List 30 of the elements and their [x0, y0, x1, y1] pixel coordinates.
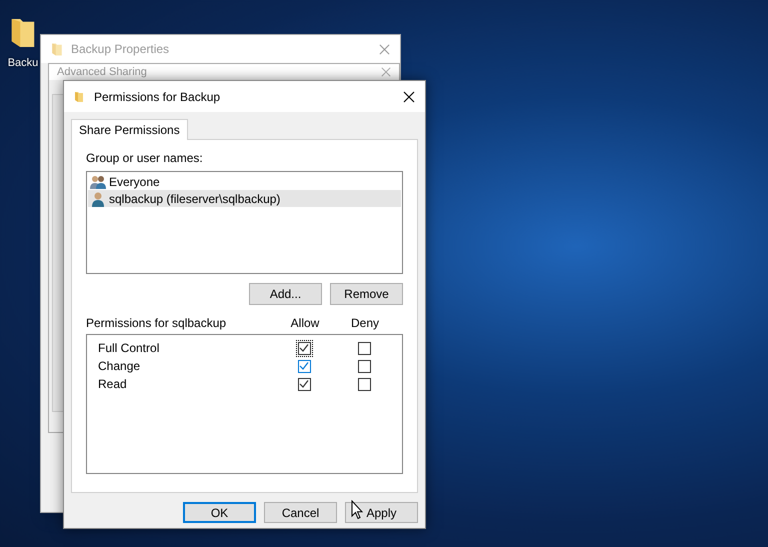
window-title: Advanced Sharing [57, 66, 147, 78]
permission-name: Read [98, 376, 128, 393]
permission-name: Full Control [98, 340, 160, 357]
checkbox[interactable] [298, 378, 310, 390]
folder-icon [51, 42, 63, 56]
checkbox[interactable] [358, 378, 370, 390]
user-item[interactable]: Everyone [88, 173, 401, 190]
list-button[interactable]: Add... [249, 283, 322, 305]
desktop-icon-label[interactable]: Backu [8, 55, 38, 72]
permissions-label: Permissions for sqlbackup [86, 315, 228, 332]
permission-name: Change [98, 358, 142, 375]
tab[interactable]: Share Permissions [71, 119, 188, 140]
checkbox[interactable] [358, 342, 370, 354]
user-item[interactable]: sqlbackup (fileserver\sqlbackup) [88, 190, 401, 207]
dialog-button[interactable]: OK [183, 502, 256, 523]
checkbox[interactable] [358, 360, 370, 372]
user-icon [90, 190, 106, 206]
mouse-cursor-icon [351, 500, 363, 520]
dialog-button[interactable]: Apply [345, 502, 418, 523]
window-title: Backup Properties [71, 41, 170, 58]
dialog-button[interactable]: Cancel [264, 502, 337, 523]
users-icon [90, 174, 106, 190]
dialog-title: Permissions for Backup [94, 88, 220, 106]
close-icon[interactable] [403, 90, 415, 102]
users-label: Group or user names: [86, 150, 204, 167]
list-button[interactable]: Remove [330, 283, 403, 305]
column-header: Allow [290, 315, 320, 332]
checkbox[interactable] [298, 360, 310, 372]
column-header: Deny [350, 315, 380, 332]
folder-icon [74, 90, 84, 104]
